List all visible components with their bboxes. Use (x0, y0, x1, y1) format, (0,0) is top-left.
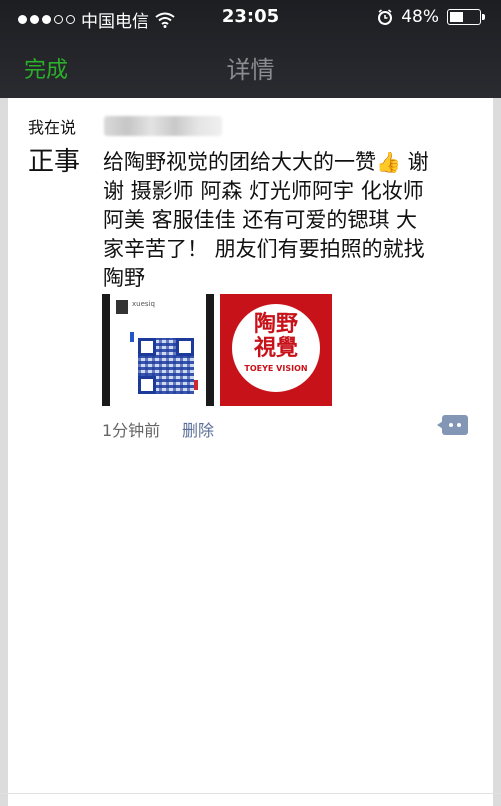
frame-right-edge (493, 98, 501, 806)
post-image-qr[interactable]: xuesiq (102, 294, 214, 406)
battery-icon (447, 9, 485, 25)
post-image-logo[interactable]: 陶野 視覺 TOEYE VISION (220, 294, 332, 406)
author-name[interactable]: 正事 (28, 141, 80, 178)
avatar (116, 300, 128, 314)
logo-cn: 陶野 視覺 (253, 311, 298, 361)
status-bar: 中国电信 23:05 48% (0, 0, 501, 34)
battery-percent: 48% (401, 7, 439, 27)
author-prefix: 我在说 (28, 118, 77, 137)
post-text-line-5: 陶野 (103, 266, 145, 290)
nav-bar: 完成 详情 (0, 34, 501, 98)
comment-bubble-icon[interactable] (437, 415, 468, 435)
alarm-icon (378, 9, 393, 25)
post-text-line-2: 谢 摄影师 阿森 灯光师阿宇 化妆师 (103, 179, 424, 203)
qr-code-icon (138, 338, 194, 394)
blurred-username (104, 116, 222, 136)
post-text: 给陶野视觉的团给大大的一赞👍 谢 谢 摄影师 阿森 灯光师阿宇 化妆师 阿美 客… (103, 148, 473, 293)
logo-en: TOEYE VISION (244, 364, 308, 373)
page-title: 详情 (226, 56, 275, 84)
post-time: 1分钟前 (102, 421, 161, 440)
post-text-line-1: 给陶野视觉的团给大大的一赞👍 谢 (103, 148, 473, 177)
delete-link[interactable]: 删除 (182, 417, 214, 441)
frame-left-edge (0, 98, 8, 806)
post-text-line-4: 家辛苦了！ 朋友们有要拍照的就找 (103, 237, 425, 261)
post-text-line-3: 阿美 客服佳佳 还有可爱的锶琪 大 (103, 208, 418, 232)
qr-image-name: xuesiq (132, 300, 155, 308)
bottom-divider (0, 793, 501, 794)
thumbs-up-icon: 👍 (376, 150, 401, 174)
